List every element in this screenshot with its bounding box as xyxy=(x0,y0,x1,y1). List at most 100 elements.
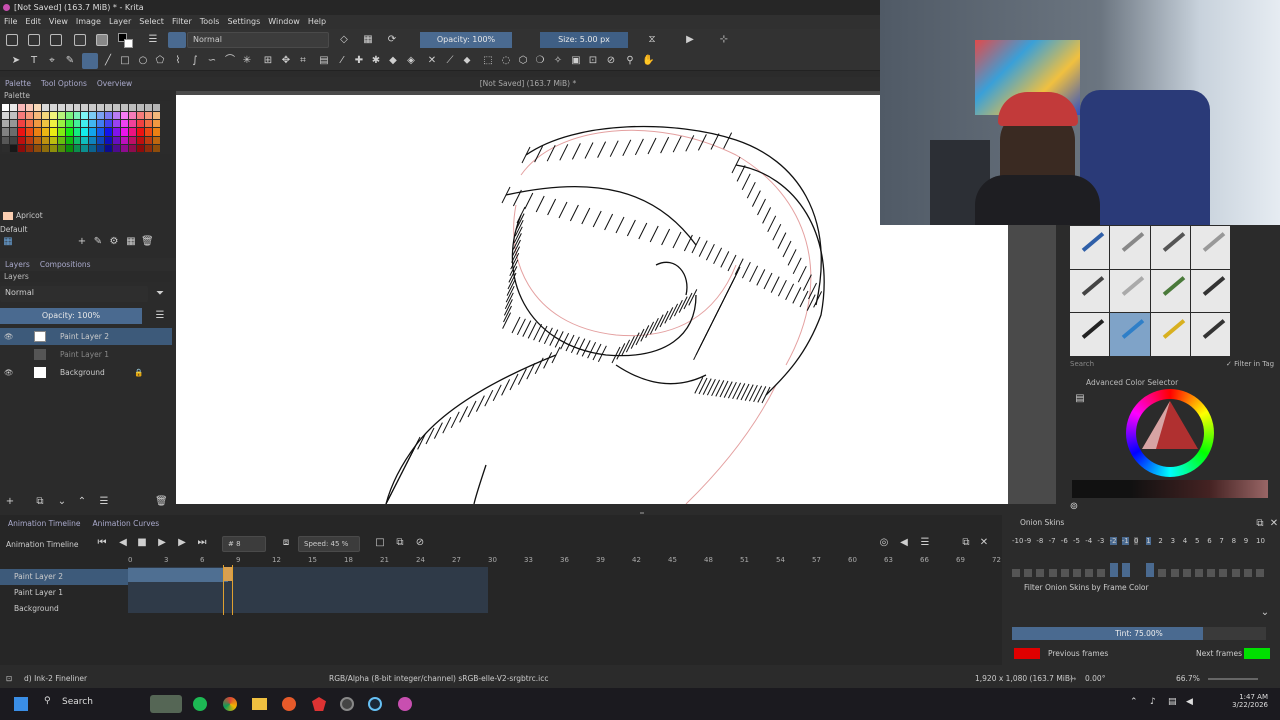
chrome-icon[interactable] xyxy=(223,697,237,711)
assistant-tool-2-icon[interactable]: ✕ xyxy=(426,55,438,67)
palette-swatch[interactable] xyxy=(121,144,129,152)
palette-swatch[interactable] xyxy=(97,128,105,136)
network-icon[interactable]: ▤ xyxy=(1168,697,1177,707)
palette-swatch[interactable] xyxy=(89,120,97,128)
palette-swatch[interactable] xyxy=(137,112,145,120)
palette-table-icon[interactable]: ▦ xyxy=(125,236,137,248)
palette-swatch[interactable] xyxy=(73,136,81,144)
ellipse-select-tool-icon[interactable]: ◌ xyxy=(500,55,512,67)
visibility-eye-icon[interactable]: 👁 xyxy=(4,364,14,381)
palette-swatch[interactable] xyxy=(121,136,129,144)
onion-skin-toggle-icon[interactable]: ◎ xyxy=(878,537,890,549)
opacity-slider[interactable]: Opacity: 100% xyxy=(420,32,512,48)
palette-swatch[interactable] xyxy=(73,104,81,112)
menu-view[interactable]: View xyxy=(45,15,72,29)
onion-opacity-bar[interactable] xyxy=(1012,569,1020,577)
palette-swatch[interactable] xyxy=(89,104,97,112)
menu-file[interactable]: File xyxy=(0,15,21,29)
menu-image[interactable]: Image xyxy=(72,15,105,29)
brush-preset-tile[interactable] xyxy=(1150,269,1190,313)
palette-swatch[interactable] xyxy=(41,128,49,136)
palette-swatch[interactable] xyxy=(153,112,160,120)
palette-settings-icon[interactable]: ⚙ xyxy=(108,236,120,248)
onion-opacity-bar[interactable] xyxy=(1121,563,1130,577)
palette-swatch[interactable] xyxy=(17,128,25,136)
rectangle-select-tool-icon[interactable]: ⬚ xyxy=(482,55,494,67)
onion-opacity-bar[interactable] xyxy=(1073,569,1081,577)
duplicate-layer-icon[interactable]: ⧉ xyxy=(34,496,46,508)
palette-swatch[interactable] xyxy=(57,144,65,152)
menu-window[interactable]: Window xyxy=(264,15,304,29)
bezier-tool-icon[interactable]: ∫ xyxy=(189,55,201,67)
brush-search-input[interactable]: Search xyxy=(1070,360,1220,370)
palette-grid[interactable] xyxy=(2,104,160,152)
layer-row[interactable]: 👁 Paint Layer 2 xyxy=(0,328,172,345)
layer-blend-select[interactable]: Normal xyxy=(0,286,148,302)
brush-preset-tile[interactable] xyxy=(1190,269,1230,313)
transform-tool-icon[interactable]: ⊞ xyxy=(262,55,274,67)
timeline-layer-row[interactable]: Paint Layer 1 xyxy=(0,585,128,601)
onion-opacity-bar[interactable] xyxy=(1109,563,1118,577)
multibrush-tool-icon[interactable]: ✳ xyxy=(241,55,253,67)
palette-swatch[interactable] xyxy=(89,128,97,136)
palette-swatch[interactable] xyxy=(2,144,9,152)
palette-swatch[interactable] xyxy=(137,104,145,112)
fill-tool-icon[interactable]: ◆ xyxy=(387,55,399,67)
palette-swatch[interactable] xyxy=(57,120,65,128)
brush-preset-tile[interactable] xyxy=(1190,313,1230,356)
onion-opacity-bar[interactable] xyxy=(1048,569,1057,577)
color-settings-icon[interactable]: ⊚ xyxy=(1068,501,1080,513)
frame-cells[interactable] xyxy=(128,568,228,582)
gradient-icon[interactable] xyxy=(74,34,86,46)
palette-swatch[interactable] xyxy=(41,112,49,120)
palette-swatch[interactable] xyxy=(33,144,41,152)
tab-compositions[interactable]: Compositions xyxy=(35,258,96,271)
palette-swatch[interactable] xyxy=(57,128,65,136)
file-explorer-icon[interactable] xyxy=(252,698,267,710)
onion-opacity-bar[interactable] xyxy=(1170,569,1179,577)
palette-swatch[interactable] xyxy=(153,128,160,136)
onion-opacity-bar[interactable] xyxy=(1207,569,1216,577)
onion-frame-number[interactable]: -6 xyxy=(1061,537,1068,545)
measure-tool-icon[interactable]: ⟋ xyxy=(444,55,456,67)
palette-swatch[interactable] xyxy=(17,144,25,152)
obs-icon[interactable] xyxy=(340,697,354,711)
onion-frame-number[interactable]: 10 xyxy=(1256,537,1265,545)
palette-swatch[interactable] xyxy=(2,136,9,144)
onion-frame-number[interactable]: 8 xyxy=(1232,537,1236,545)
onion-opacity-bar[interactable] xyxy=(1256,569,1264,577)
bezier-select-tool-icon[interactable]: ⊡ xyxy=(587,55,599,67)
tab-layers[interactable]: Layers xyxy=(0,258,35,271)
current-brush-icon[interactable] xyxy=(168,32,186,48)
audio-icon[interactable]: ◀ xyxy=(898,537,910,549)
onion-opacity-bar[interactable] xyxy=(1182,569,1191,577)
reference-images-tool-icon[interactable]: ⬥ xyxy=(461,55,473,67)
onion-expand-icon[interactable]: ⌄ xyxy=(1259,607,1271,619)
menu-select[interactable]: Select xyxy=(135,15,168,29)
palette-swatch[interactable] xyxy=(129,120,137,128)
onion-frame-number[interactable]: 7 xyxy=(1219,537,1223,545)
brush-preset-tile[interactable] xyxy=(1070,226,1110,269)
frame-ruler[interactable]: 0 3 6 9 12 15 18 21 24 27 30 33 36 39 42 45 48 51 54 57 60 63… xyxy=(128,555,1001,567)
palette-swatch[interactable] xyxy=(41,136,49,144)
pan-tool-icon[interactable]: ✋ xyxy=(642,55,654,67)
layer-name[interactable]: Paint Layer 2 xyxy=(60,328,109,345)
palette-swatch[interactable] xyxy=(121,104,129,112)
layer-name[interactable]: Background xyxy=(60,364,105,381)
move-layer-up-icon[interactable]: ⌃ xyxy=(76,496,88,508)
reload-preset-icon[interactable]: ⟳ xyxy=(386,34,398,46)
brave-icon[interactable] xyxy=(312,697,326,711)
timeline-menu-icon[interactable]: ☰ xyxy=(919,537,931,549)
layer-row[interactable]: Paint Layer 1 xyxy=(0,346,172,363)
palette-swatch[interactable] xyxy=(25,120,33,128)
line-tool-icon[interactable]: ╱ xyxy=(102,55,114,67)
volume-icon[interactable]: ◀ xyxy=(1186,697,1193,707)
palette-swatch[interactable] xyxy=(137,144,145,152)
text-tool-icon[interactable]: T xyxy=(28,55,40,67)
palette-swatch[interactable] xyxy=(49,112,57,120)
palette-swatch[interactable] xyxy=(105,112,113,120)
current-frame-cell[interactable] xyxy=(224,567,232,581)
palette-swatch[interactable] xyxy=(49,128,57,136)
palette-swatch[interactable] xyxy=(97,104,105,112)
menu-help[interactable]: Help xyxy=(304,15,330,29)
